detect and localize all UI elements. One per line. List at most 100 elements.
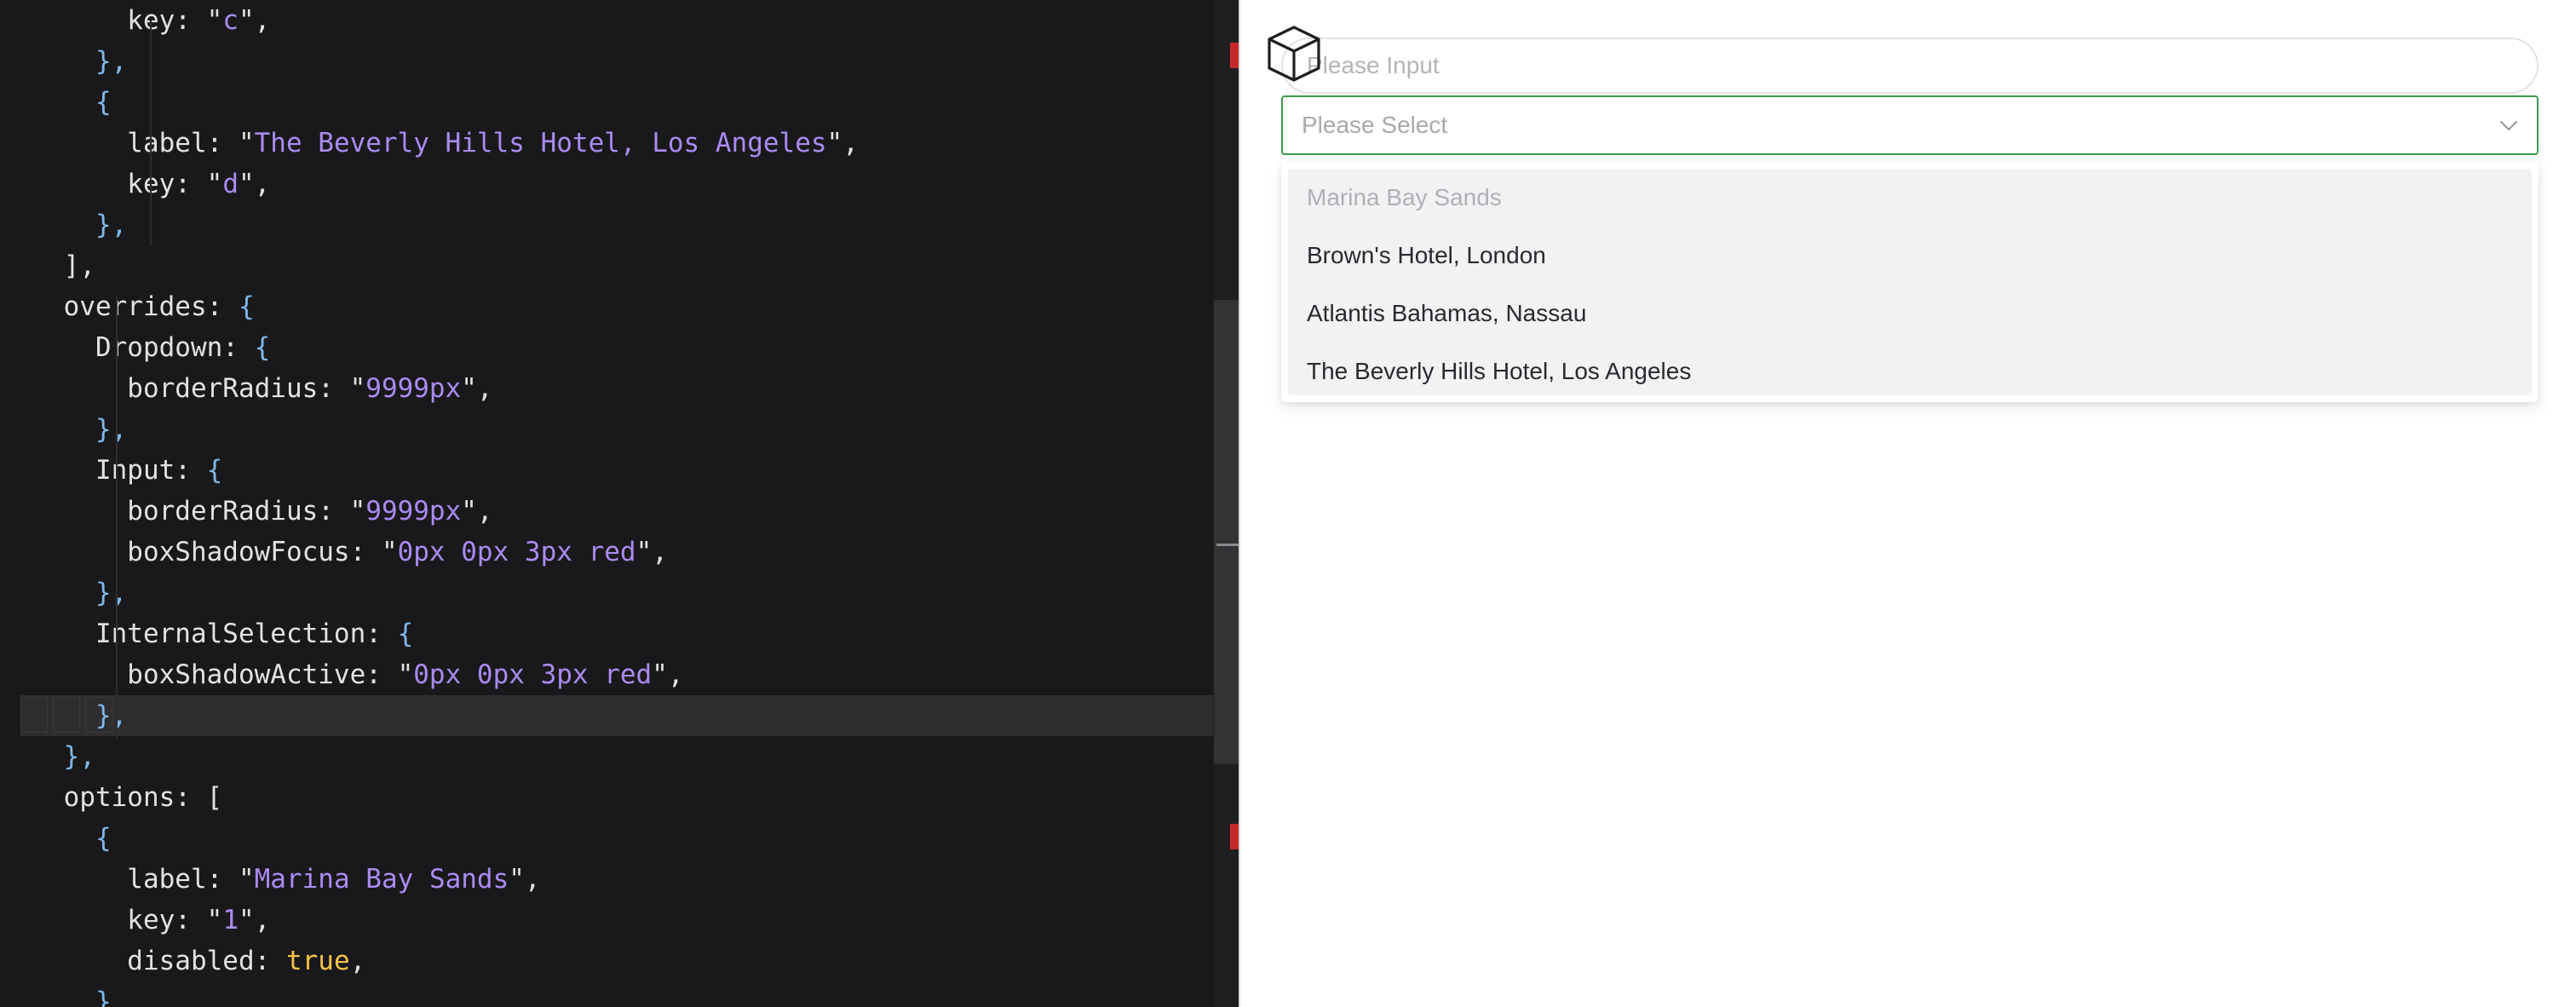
code-line[interactable]: boxShadowFocus: "0px 0px 3px red", <box>0 532 1213 573</box>
code-token: , <box>349 946 366 976</box>
code-token: { <box>254 332 271 363</box>
code-token: ], <box>0 250 95 281</box>
code-line[interactable]: borderRadius: "9999px", <box>0 491 1213 532</box>
code-token: d <box>222 169 239 199</box>
code-line[interactable]: ], <box>0 245 1213 286</box>
dropdown-option-disabled: Marina Bay Sands <box>1307 184 1502 210</box>
code-token: overrides: <box>0 291 239 322</box>
code-token: key: <box>0 169 207 199</box>
code-token: disabled: <box>0 946 286 976</box>
code-token: " <box>381 537 398 567</box>
code-token: }, <box>0 741 95 772</box>
code-token: Input: <box>0 455 207 486</box>
code-token: " <box>349 496 366 527</box>
error-marker <box>1230 824 1239 849</box>
code-token: 9999px <box>365 373 462 404</box>
code-token: 0px 0px 3px red <box>397 537 636 567</box>
code-token: " <box>397 659 414 690</box>
code-token: }, <box>0 210 128 240</box>
code-token: { <box>206 455 223 486</box>
code-token: }, <box>0 414 128 445</box>
text-input[interactable] <box>1281 37 2539 94</box>
dropdown-menu-list: Marina Bay Sands Brown's Hotel, London A… <box>1288 169 2532 395</box>
code-line[interactable]: boxShadowActive: "0px 0px 3px red", <box>0 654 1213 695</box>
code-line[interactable]: borderRadius: "9999px", <box>0 368 1213 409</box>
code-line[interactable]: }, <box>0 409 1213 450</box>
code-token: c <box>222 5 239 36</box>
code-token: { <box>0 87 112 118</box>
code-token: boxShadowActive: <box>0 659 398 690</box>
dropdown-option[interactable]: The Beverly Hills Hotel, Los Angeles <box>1288 342 2532 400</box>
code-token: " <box>206 5 223 36</box>
code-token: }, <box>0 46 128 77</box>
code-line[interactable]: key: "c", <box>0 0 1213 41</box>
code-token: 9999px <box>365 496 462 527</box>
select-placeholder: Please Select <box>1302 112 1448 138</box>
indent-guide <box>150 20 152 245</box>
code-line[interactable]: } <box>0 981 1213 1007</box>
code-line[interactable]: }, <box>20 695 1239 736</box>
select-dropdown[interactable]: Please Select <box>1281 95 2539 155</box>
code-token: label: <box>0 128 239 158</box>
code-line[interactable]: InternalSelection: { <box>0 613 1213 654</box>
code-line[interactable]: { <box>0 82 1213 123</box>
code-token: Dropdown: <box>0 332 255 363</box>
chevron-down-icon[interactable] <box>2499 118 2518 133</box>
cube-icon <box>1268 26 1320 82</box>
code-token: " <box>349 373 366 404</box>
code-line[interactable]: disabled: true, <box>0 941 1213 981</box>
code-token: " <box>238 128 255 158</box>
code-line[interactable]: }, <box>0 41 1213 82</box>
vertical-scrollbar-thumb[interactable] <box>1214 300 1239 764</box>
code-token: }, <box>0 578 128 608</box>
code-line[interactable]: }, <box>0 736 1213 777</box>
code-token: { <box>238 291 255 322</box>
code-line[interactable]: key: "1", <box>0 900 1213 941</box>
code-token: key: <box>0 5 207 36</box>
code-line[interactable]: key: "d", <box>0 164 1213 204</box>
dropdown-menu: Marina Bay Sands Brown's Hotel, London A… <box>1281 162 2539 402</box>
code-token: { <box>397 619 414 649</box>
code-token: ", <box>461 373 493 404</box>
code-line[interactable]: }, <box>0 204 1213 245</box>
code-token: ", <box>652 659 684 690</box>
code-line[interactable]: }, <box>0 573 1213 613</box>
code-token: { <box>0 823 112 854</box>
code-token: ", <box>238 5 271 36</box>
code-token: borderRadius: <box>0 496 350 527</box>
code-token: boxShadowFocus: <box>0 537 382 567</box>
gutter-marker <box>20 697 48 733</box>
code-token: ", <box>238 169 271 199</box>
code-editor[interactable]: key: "c", }, { label: "The Beverly Hills… <box>0 0 1239 1007</box>
code-token: The Beverly Hills Hotel, Los Angeles <box>254 128 827 158</box>
code-line[interactable]: { <box>0 818 1213 859</box>
code-token: ", <box>826 128 859 158</box>
code-token: 1 <box>222 905 239 935</box>
code-token: } <box>0 987 112 1007</box>
code-token: Marina Bay Sands <box>254 864 509 895</box>
code-line[interactable]: Dropdown: { <box>0 327 1213 368</box>
code-line[interactable]: Input: { <box>0 450 1213 491</box>
code-token: ", <box>509 864 541 895</box>
code-token: 0px 0px 3px red <box>413 659 653 690</box>
code-token: " <box>238 864 255 895</box>
gutter-marker <box>85 697 112 733</box>
scroll-position-indicator <box>1216 544 1239 546</box>
code-line[interactable]: label: "Marina Bay Sands", <box>0 859 1213 900</box>
code-token: InternalSelection: <box>0 619 398 649</box>
code-token: ", <box>461 496 493 527</box>
code-token: " <box>206 905 223 935</box>
code-token: true <box>285 946 350 976</box>
code-line[interactable]: label: "The Beverly Hills Hotel, Los Ang… <box>0 123 1213 164</box>
code-token: ", <box>635 537 668 567</box>
dropdown-option[interactable]: Brown's Hotel, London <box>1288 227 2532 285</box>
code-line[interactable]: options: [ <box>0 777 1213 818</box>
code-token: " <box>206 169 223 199</box>
gutter-marker <box>53 697 80 733</box>
indent-guide <box>116 296 118 739</box>
code-token: options: [ <box>0 782 223 813</box>
code-token: key: <box>0 905 207 935</box>
code-token: label: <box>0 864 239 895</box>
dropdown-option[interactable]: Atlantis Bahamas, Nassau <box>1288 285 2532 342</box>
code-line[interactable]: overrides: { <box>0 286 1213 327</box>
